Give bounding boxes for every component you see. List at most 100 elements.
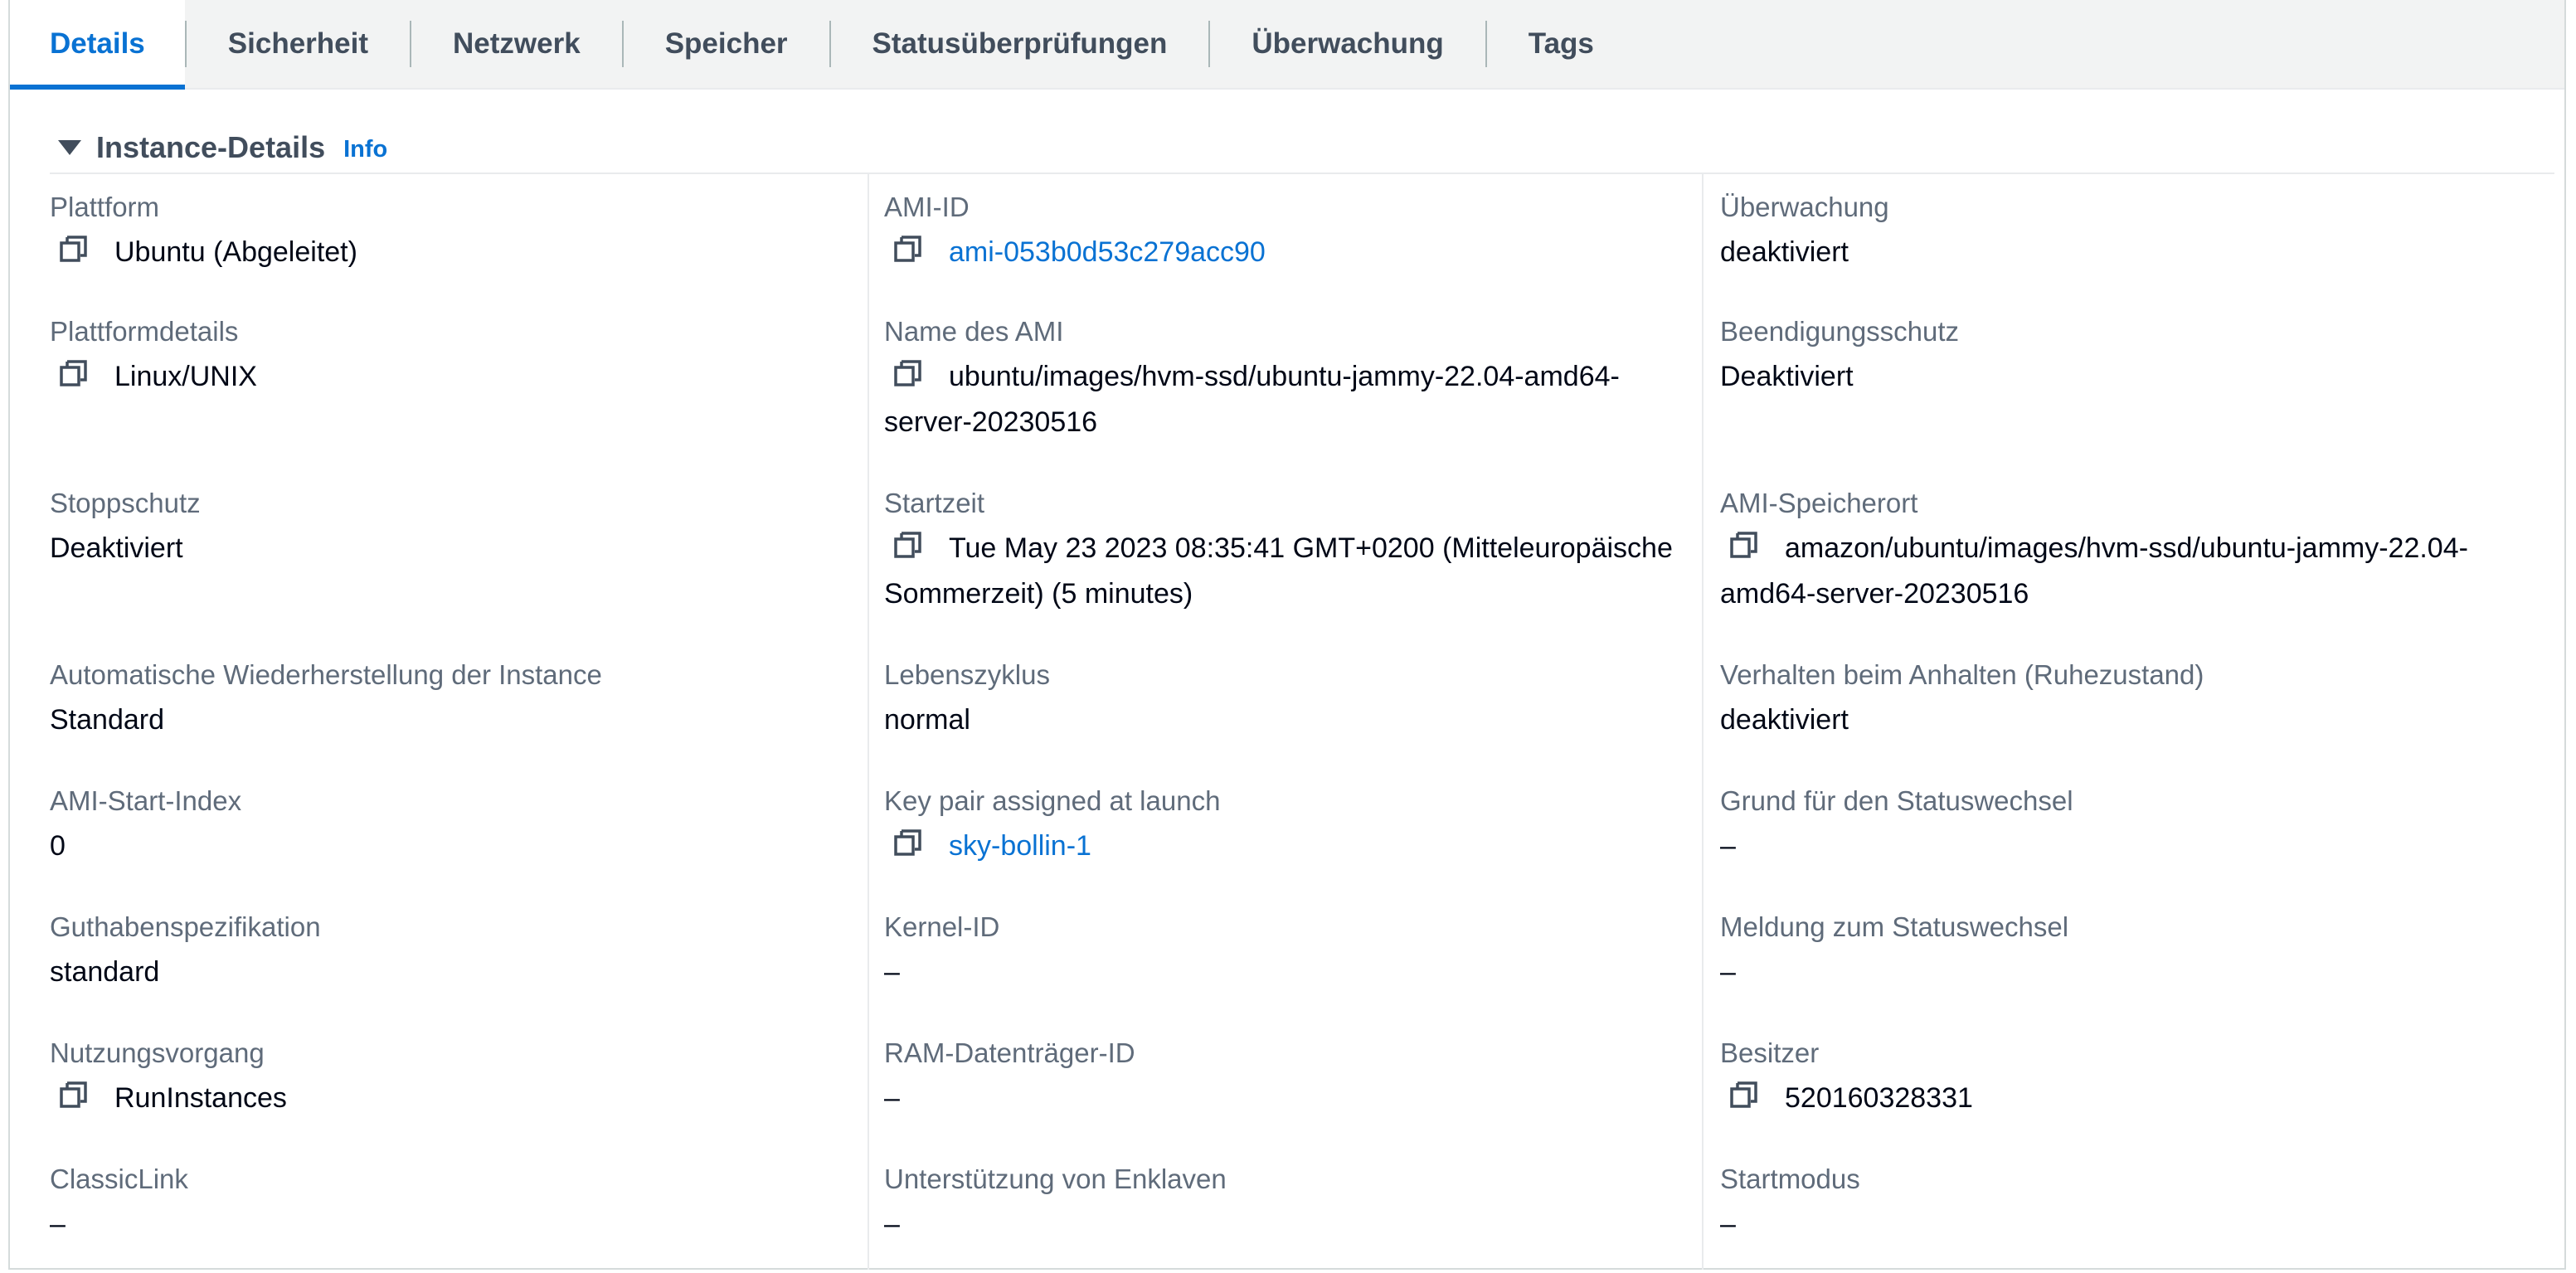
details-column-1: Plattform Ubuntu (Abgeleitet) Plattformdet… <box>50 174 866 1270</box>
detail-value-text: Deaktiviert <box>1720 361 1854 392</box>
detail-value-text: – <box>1720 1208 1736 1240</box>
copy-icon[interactable] <box>58 1079 90 1110</box>
detail-field: Unterstützung von Enklaven – <box>884 1161 1680 1247</box>
detail-field: ClassicLink – <box>50 1161 846 1247</box>
detail-label: AMI-Speicherort <box>1720 488 1918 518</box>
detail-field: Startzeit Tue May 23 2023 08:35:41 GMT+02… <box>884 485 1680 617</box>
detail-value: Deaktiviert <box>50 526 846 571</box>
detail-value-text: 0 <box>50 830 66 862</box>
detail-label: Name des AMI <box>884 316 1064 347</box>
detail-value-text: – <box>884 956 900 988</box>
detail-value-link[interactable]: sky-bollin-1 <box>884 824 1680 869</box>
detail-value-text: deaktiviert <box>1720 236 1849 268</box>
detail-field: Key pair assigned at launch sky-bollin-1 <box>884 783 1680 869</box>
tab-speicher[interactable]: Speicher <box>624 0 829 88</box>
tab-tags[interactable]: Tags <box>1487 0 1636 88</box>
copy-icon[interactable] <box>1728 529 1760 561</box>
detail-field: AMI-Speicherort amazon/ubuntu/images/hvm-… <box>1720 485 2516 617</box>
copy-icon[interactable] <box>892 827 924 858</box>
detail-label: Plattform <box>50 192 160 222</box>
copy-icon[interactable] <box>892 357 924 389</box>
detail-value: Tue May 23 2023 08:35:41 GMT+0200 (Mitte… <box>884 526 1680 617</box>
detail-value: – <box>1720 1202 2516 1247</box>
tab-bar: Details Sicherheit Netzwerk Speicher Sta… <box>10 0 2564 90</box>
detail-field: AMI-Start-Index 0 <box>50 783 846 869</box>
detail-value-text: ubuntu/images/hvm-ssd/ubuntu-jammy-22.04… <box>884 361 1620 438</box>
detail-value-text: – <box>50 1208 66 1240</box>
detail-label: Guthabenspezifikation <box>50 911 321 942</box>
detail-label: Startzeit <box>884 488 985 518</box>
detail-value-text: 520160328331 <box>1785 1082 1973 1114</box>
detail-value: – <box>1720 824 2516 869</box>
detail-value: ubuntu/images/hvm-ssd/ubuntu-jammy-22.04… <box>884 354 1680 445</box>
detail-field: Überwachung deaktiviert <box>1720 189 2516 275</box>
detail-field: Besitzer 520160328331 <box>1720 1035 2516 1121</box>
detail-label: Überwachung <box>1720 192 1889 222</box>
detail-value: 520160328331 <box>1720 1076 2516 1121</box>
detail-value-text: Tue May 23 2023 08:35:41 GMT+0200 (Mitte… <box>884 532 1673 610</box>
detail-field: Plattformdetails Linux/UNIX <box>50 313 846 400</box>
detail-value: – <box>884 950 1680 995</box>
detail-value: RunInstances <box>50 1076 846 1121</box>
detail-label: ClassicLink <box>50 1164 188 1194</box>
detail-field: Kernel-ID – <box>884 909 1680 995</box>
caret-down-icon[interactable] <box>58 140 81 155</box>
detail-field: RAM-Datenträger-ID – <box>884 1035 1680 1121</box>
detail-field: Startmodus – <box>1720 1161 2516 1247</box>
detail-value-text[interactable]: sky-bollin-1 <box>949 830 1091 862</box>
detail-value: – <box>1720 950 2516 995</box>
copy-icon[interactable] <box>58 357 90 389</box>
tab-statuspruefungen[interactable]: Statusüberprüfungen <box>831 0 1209 88</box>
section-title: Instance-Details <box>96 130 326 164</box>
tab-netzwerk[interactable]: Netzwerk <box>411 0 622 88</box>
detail-field: Name des AMI ubuntu/images/hvm-ssd/ubuntu… <box>884 313 1680 445</box>
copy-icon[interactable] <box>58 233 90 265</box>
detail-value-text: – <box>884 1208 900 1240</box>
detail-value: normal <box>884 697 1680 743</box>
detail-value-text: – <box>1720 830 1736 862</box>
details-column-2: AMI-ID ami-053b0d53c279acc90 Name des AMI u… <box>868 174 1710 1270</box>
detail-label: Startmodus <box>1720 1164 1860 1194</box>
detail-value-text: RunInstances <box>114 1082 287 1114</box>
detail-field: Verhalten beim Anhalten (Ruhezustand) dea… <box>1720 657 2516 743</box>
copy-icon[interactable] <box>892 529 924 561</box>
detail-label: Verhalten beim Anhalten (Ruhezustand) <box>1720 659 2204 690</box>
detail-field: Stoppschutz Deaktiviert <box>50 485 846 571</box>
detail-label: Plattformdetails <box>50 316 239 347</box>
detail-field: Automatische Wiederherstellung der Insta… <box>50 657 846 743</box>
detail-value: Deaktiviert <box>1720 354 2516 400</box>
detail-label: Grund für den Statuswechsel <box>1720 785 2073 816</box>
details-column-3: Überwachung deaktiviert Beendigungsschutz D… <box>1702 174 2549 1270</box>
detail-value: deaktiviert <box>1720 697 2516 743</box>
detail-value: Standard <box>50 697 846 743</box>
detail-value: – <box>884 1076 1680 1121</box>
tab-details[interactable]: Details <box>10 0 185 90</box>
detail-value-text: normal <box>884 704 970 736</box>
tab-sicherheit[interactable]: Sicherheit <box>187 0 410 88</box>
detail-field: Nutzungsvorgang RunInstances <box>50 1035 846 1121</box>
copy-icon[interactable] <box>1728 1079 1760 1110</box>
detail-value: – <box>884 1202 1680 1247</box>
detail-label: Automatische Wiederherstellung der Insta… <box>50 659 602 690</box>
tab-ueberwachung[interactable]: Überwachung <box>1210 0 1485 88</box>
detail-field: Grund für den Statuswechsel – <box>1720 783 2516 869</box>
info-link[interactable]: Info <box>343 136 387 163</box>
detail-value: Ubuntu (Abgeleitet) <box>50 230 846 275</box>
detail-label: Nutzungsvorgang <box>50 1037 265 1068</box>
copy-icon[interactable] <box>892 233 924 265</box>
detail-value-link[interactable]: ami-053b0d53c279acc90 <box>884 230 1680 275</box>
detail-value-text: – <box>884 1082 900 1114</box>
detail-label: AMI-Start-Index <box>50 785 242 816</box>
detail-field: Plattform Ubuntu (Abgeleitet) <box>50 189 846 275</box>
detail-field: Meldung zum Statuswechsel – <box>1720 909 2516 995</box>
detail-field: Lebenszyklus normal <box>884 657 1680 743</box>
detail-value-text[interactable]: ami-053b0d53c279acc90 <box>949 236 1266 268</box>
detail-label: AMI-ID <box>884 192 970 222</box>
detail-value-text: amazon/ubuntu/images/hvm-ssd/ubuntu-jamm… <box>1720 532 2468 610</box>
instance-details-panel: Details Sicherheit Netzwerk Speicher Sta… <box>8 0 2566 1270</box>
detail-value: 0 <box>50 824 846 869</box>
detail-value: deaktiviert <box>1720 230 2516 275</box>
detail-label: Stoppschutz <box>50 488 201 518</box>
section-header[interactable]: Instance-Details Info <box>58 124 387 171</box>
detail-value-text: deaktiviert <box>1720 704 1849 736</box>
